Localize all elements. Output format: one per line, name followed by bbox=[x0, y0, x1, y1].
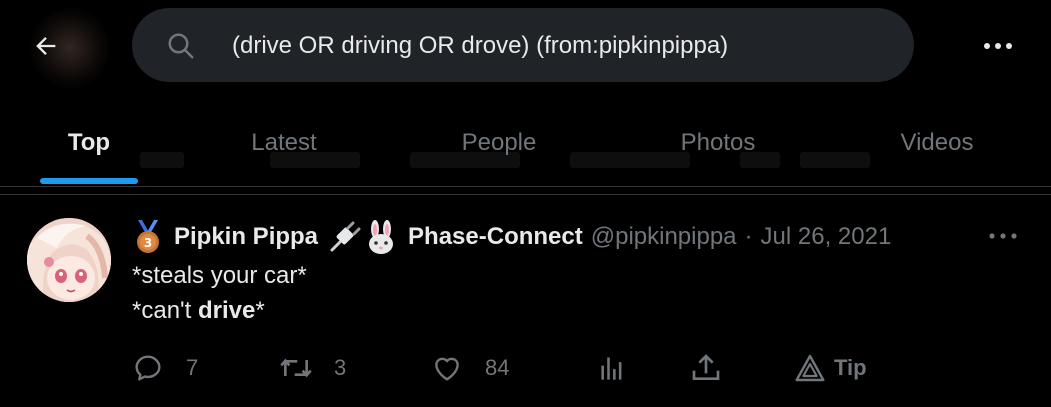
tweet-more-button[interactable] bbox=[986, 224, 1020, 248]
reply-icon bbox=[135, 355, 161, 381]
tweet-text-suffix: * bbox=[255, 297, 265, 324]
active-tab-indicator bbox=[40, 178, 138, 184]
tab-videos[interactable]: Videos bbox=[884, 100, 990, 186]
tweet-text: *steals your car* *can't drive* bbox=[132, 258, 307, 328]
reply-count: 7 bbox=[186, 355, 199, 380]
tabs-divider bbox=[0, 186, 1051, 187]
avatar[interactable] bbox=[27, 218, 111, 302]
tweet-text-prefix: *can't bbox=[132, 297, 198, 324]
like-icon bbox=[435, 357, 459, 381]
share-icon bbox=[692, 354, 720, 380]
retweet-icon bbox=[280, 358, 312, 378]
tweet-date[interactable]: Jul 26, 2021 bbox=[761, 223, 892, 251]
rabbit-icon bbox=[369, 220, 394, 254]
tab-people[interactable]: People bbox=[444, 100, 554, 186]
avatar-image bbox=[27, 218, 111, 302]
tab-top[interactable]: Top bbox=[40, 100, 138, 186]
tab-latest[interactable]: Latest bbox=[232, 100, 336, 186]
like-button[interactable]: 84 bbox=[431, 348, 509, 388]
medal-icon: 3 bbox=[137, 220, 159, 253]
more-options-button[interactable] bbox=[978, 28, 1018, 64]
author-handle[interactable]: @pipkinpippa bbox=[591, 223, 737, 251]
search-input[interactable] bbox=[230, 26, 894, 66]
search-bar[interactable] bbox=[132, 8, 914, 82]
tip-button[interactable]: Tip bbox=[794, 348, 867, 388]
reply-button[interactable]: 7 bbox=[132, 348, 198, 388]
tweet-text-line-2: *can't drive* bbox=[132, 293, 307, 328]
share-button[interactable] bbox=[690, 348, 722, 388]
tweet-top-divider bbox=[0, 194, 1051, 195]
like-count: 84 bbox=[485, 355, 510, 380]
plug-icon bbox=[330, 221, 361, 252]
tab-photos[interactable]: Photos bbox=[664, 100, 772, 186]
author-name[interactable]: Pipkin Pippa bbox=[174, 223, 318, 251]
svg-text:3: 3 bbox=[144, 236, 152, 250]
tweet-text-line-1: *steals your car* bbox=[132, 262, 307, 289]
tip-label: Tip bbox=[834, 355, 867, 380]
tip-icon bbox=[795, 354, 825, 382]
back-button[interactable] bbox=[24, 24, 68, 68]
top-bar bbox=[0, 0, 1051, 100]
search-icon bbox=[168, 33, 194, 59]
header-separator: · bbox=[744, 223, 753, 250]
analytics-button[interactable] bbox=[598, 348, 626, 388]
analytics-icon bbox=[601, 357, 622, 380]
author-affiliation[interactable]: Phase-Connect bbox=[408, 223, 583, 251]
more-icon bbox=[989, 233, 1017, 239]
retweet-button[interactable]: 3 bbox=[278, 348, 346, 388]
more-icon bbox=[984, 43, 1012, 49]
retweet-count: 3 bbox=[334, 355, 347, 380]
tweet-header: 3 Pipkin Pippa Phase-Connect @pipkinpipp… bbox=[132, 220, 891, 254]
back-arrow-icon bbox=[36, 37, 56, 55]
search-term-highlight: drive bbox=[197, 297, 256, 324]
